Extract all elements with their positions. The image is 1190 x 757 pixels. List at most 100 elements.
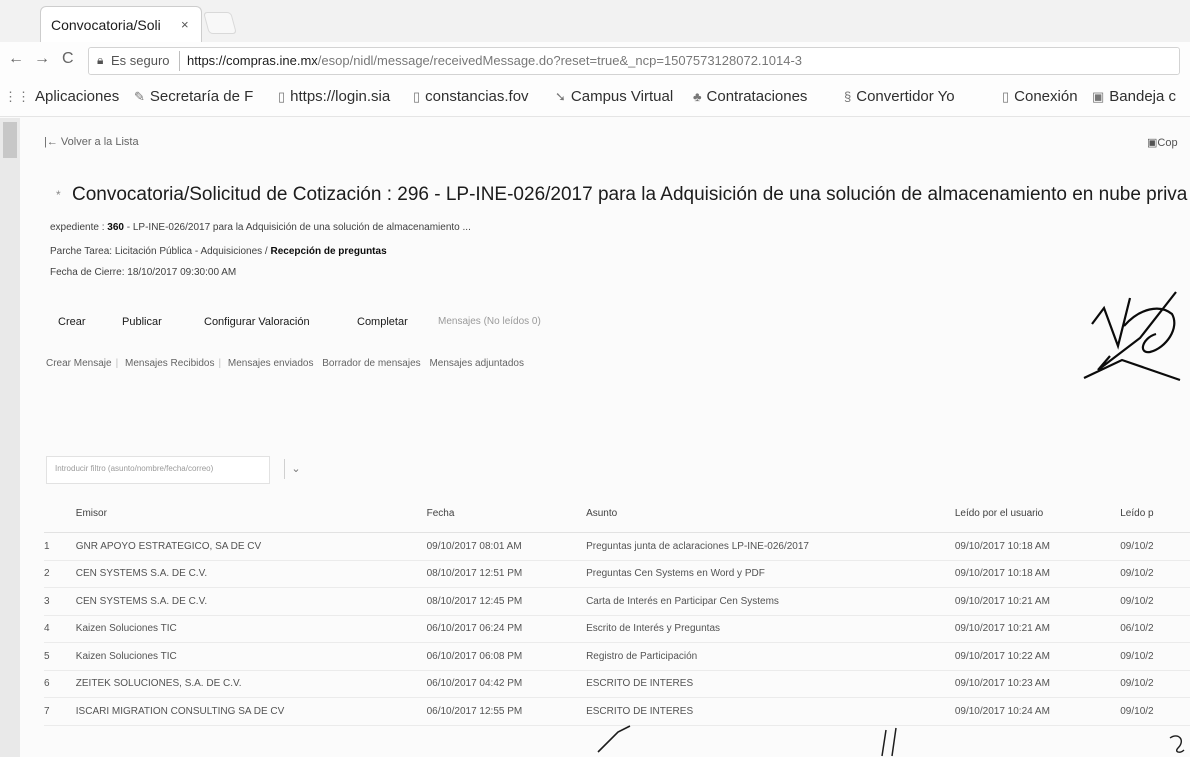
- row-emisor: ISCARI MIGRATION CONSULTING SA DE CV: [75, 697, 427, 726]
- row-leido-p: 06/10/2: [1120, 615, 1190, 643]
- page-icon: ▯: [1002, 89, 1010, 104]
- table-row[interactable]: 6 ZEITEK SOLUCIONES, S.A. DE C.V. 06/10/…: [44, 670, 1190, 698]
- left-scrollbar[interactable]: [0, 118, 20, 757]
- col-fecha-header[interactable]: Fecha: [426, 494, 587, 533]
- separator: |: [218, 358, 222, 369]
- converter-icon: §: [844, 89, 852, 104]
- task-stage: Recepción de preguntas: [270, 246, 387, 257]
- mensajes-recibidos-link[interactable]: Mensajes Recibidos: [125, 358, 215, 369]
- expediente-line: expediente : 360 - LP-INE-026/2017 para …: [50, 222, 471, 233]
- bookmark-convertidor[interactable]: § Convertidor Yo: [844, 88, 955, 105]
- address-bar[interactable]: 🔒︎ Es seguro https://compras.ine.mx/esop…: [88, 47, 1180, 75]
- url-path: /esop/nidl/message/receivedMessage.do?re…: [317, 53, 803, 68]
- crear-button[interactable]: Crear: [58, 316, 86, 328]
- row-leido-p: 09/10/2: [1120, 532, 1190, 561]
- configurar-valoracion-button[interactable]: Configurar Valoración: [204, 316, 310, 328]
- new-tab-button[interactable]: [203, 12, 237, 34]
- url-divider: [179, 51, 180, 71]
- filter-placeholder: Introducir filtro (asunto/nombre/fecha/c…: [55, 464, 214, 473]
- reload-icon[interactable]: C: [62, 50, 74, 68]
- bookmark-conexion[interactable]: ▯ Conexión: [1002, 88, 1078, 105]
- table-row[interactable]: 7 ISCARI MIGRATION CONSULTING SA DE CV 0…: [44, 697, 1190, 726]
- table-row[interactable]: 1 GNR APOYO ESTRATEGICO, SA DE CV 09/10/…: [44, 532, 1190, 561]
- handwritten-curl: [1169, 735, 1185, 753]
- row-index: 2: [44, 560, 76, 588]
- browser-tab[interactable]: Convocatoria/Soli ×: [40, 6, 202, 43]
- back-arrow-icon[interactable]: ←: [8, 50, 24, 68]
- col-leido-usuario-header[interactable]: Leído por el usuario: [954, 494, 1121, 533]
- bookmark-login-sia[interactable]: ▯ https://login.sia: [278, 88, 390, 105]
- row-leido-p: 09/10/2: [1120, 670, 1190, 698]
- row-leido-usuario: 09/10/2017 10:21 AM: [954, 615, 1121, 643]
- table-row[interactable]: 5 Kaizen Soluciones TIC 06/10/2017 06:08…: [44, 642, 1190, 671]
- row-index: 6: [44, 670, 76, 698]
- handwritten-checkmark: [597, 725, 631, 753]
- tab-title: Convocatoria/Soli: [51, 17, 161, 33]
- row-fecha: 08/10/2017 12:45 PM: [426, 587, 587, 616]
- row-index: 4: [44, 615, 76, 643]
- back-arrow-icon: |←: [44, 136, 58, 148]
- bookmark-aplicaciones[interactable]: ⋮⋮ Aplicaciones: [4, 88, 119, 105]
- row-asunto[interactable]: ESCRITO DE INTERES: [586, 670, 955, 698]
- mensajes-enviados-link[interactable]: Mensajes enviados: [228, 358, 314, 369]
- closing-date: Fecha de Cierre: 18/10/2017 09:30:00 AM: [50, 267, 237, 278]
- row-leido-p: 09/10/2: [1120, 642, 1190, 671]
- row-asunto[interactable]: Carta de Interés en Participar Cen Syste…: [586, 587, 955, 616]
- bookmark-secretaria[interactable]: ✎ Secretaría de F: [134, 88, 253, 105]
- row-asunto[interactable]: Escrito de Interés y Preguntas: [586, 615, 955, 643]
- bookmark-constancias[interactable]: ▯ constancias.fov: [413, 88, 529, 105]
- col-asunto-header[interactable]: Asunto: [586, 494, 955, 533]
- copy-link[interactable]: ▣Cop: [1147, 136, 1178, 149]
- publicar-button[interactable]: Publicar: [122, 316, 162, 328]
- row-fecha: 06/10/2017 06:08 PM: [426, 642, 587, 671]
- messages-tab[interactable]: Mensajes (No leídos 0): [438, 316, 541, 327]
- handwritten-signature: [1083, 291, 1181, 382]
- row-emisor: ZEITEK SOLUCIONES, S.A. DE C.V.: [75, 670, 427, 698]
- bookmark-contrataciones[interactable]: ♣ Contrataciones: [693, 88, 807, 105]
- row-asunto[interactable]: Registro de Participación: [586, 642, 955, 671]
- chevron-down-icon[interactable]: ⌄: [284, 459, 307, 479]
- copy-icon: ▣: [1147, 137, 1158, 149]
- col-leido-p-header[interactable]: Leído p: [1120, 494, 1190, 533]
- table-row[interactable]: 3 CEN SYSTEMS S.A. DE C.V. 08/10/2017 12…: [44, 587, 1190, 616]
- bookmark-bandeja[interactable]: ▣ Bandeja c: [1092, 88, 1176, 105]
- row-fecha: 06/10/2017 06:24 PM: [426, 615, 587, 643]
- messages-table: Emisor Fecha Asunto Leído por el usuario…: [44, 494, 1190, 726]
- url-text: https://compras.ine.mx/esop/nidl/message…: [187, 53, 802, 68]
- filter-input[interactable]: Introducir filtro (asunto/nombre/fecha/c…: [46, 456, 270, 484]
- back-to-list-link[interactable]: |← Volver a la Lista: [44, 136, 139, 148]
- apps-grid-icon: ⋮⋮: [4, 89, 30, 104]
- completar-button[interactable]: Completar: [357, 316, 408, 328]
- table-row[interactable]: 4 Kaizen Soluciones TIC 06/10/2017 06:24…: [44, 615, 1190, 643]
- close-icon[interactable]: ×: [181, 17, 189, 32]
- row-asunto[interactable]: ESCRITO DE INTERES: [586, 697, 955, 726]
- expediente-number[interactable]: 360: [107, 222, 124, 233]
- row-emisor: Kaizen Soluciones TIC: [75, 615, 427, 643]
- row-asunto[interactable]: Preguntas junta de aclaraciones LP-INE-0…: [586, 532, 955, 561]
- col-emisor-header[interactable]: Emisor: [75, 494, 427, 533]
- inbox-icon: ▣: [1092, 89, 1105, 104]
- row-emisor: CEN SYSTEMS S.A. DE C.V.: [75, 560, 427, 588]
- row-emisor: GNR APOYO ESTRATEGICO, SA DE CV: [75, 532, 427, 561]
- row-index: 1: [44, 532, 76, 561]
- row-leido-usuario: 09/10/2017 10:24 AM: [954, 697, 1121, 726]
- table-row[interactable]: 2 CEN SYSTEMS S.A. DE C.V. 08/10/2017 12…: [44, 560, 1190, 588]
- bookmark-campus-virtual[interactable]: ➘ Campus Virtual: [555, 88, 673, 105]
- row-asunto[interactable]: Preguntas Cen Systems en Word y PDF: [586, 560, 955, 588]
- star-icon: *: [56, 188, 61, 202]
- lock-icon: 🔒︎: [97, 53, 104, 67]
- col-index-header: [44, 494, 76, 533]
- separator: |: [115, 358, 119, 369]
- campus-icon: ➘: [555, 89, 566, 104]
- row-fecha: 06/10/2017 12:55 PM: [426, 697, 587, 726]
- forward-arrow-icon[interactable]: →: [34, 50, 50, 68]
- borrador-mensajes-link[interactable]: Borrador de mensajes: [322, 358, 420, 369]
- crear-mensaje-link[interactable]: Crear Mensaje: [46, 358, 112, 369]
- row-index: 5: [44, 642, 76, 671]
- scrollbar-thumb[interactable]: [3, 122, 17, 158]
- contrataciones-icon: ♣: [693, 89, 702, 104]
- bookmark-icon: ✎: [134, 89, 145, 104]
- mensajes-adjuntados-link[interactable]: Mensajes adjuntados: [429, 358, 524, 369]
- page-icon: ▯: [413, 89, 421, 104]
- url-host: https://compras.ine.mx: [187, 53, 318, 68]
